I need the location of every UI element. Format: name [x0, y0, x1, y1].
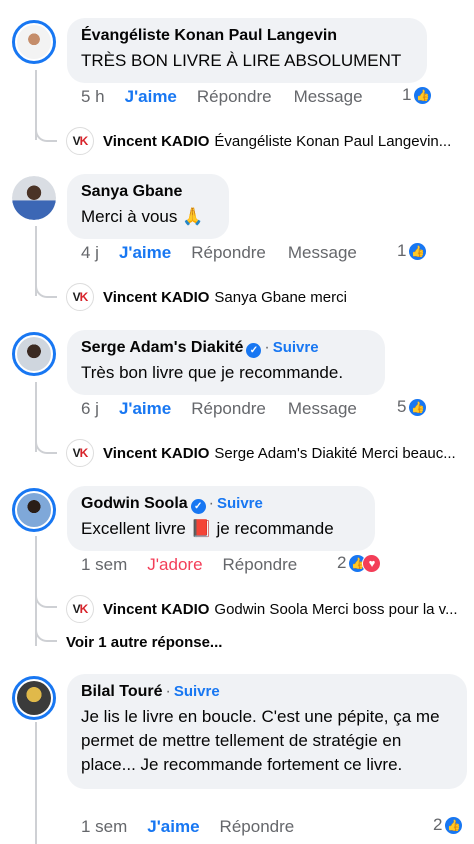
comment-text: Je lis le livre en boucle. C'est une pép…: [81, 707, 440, 774]
reply-button[interactable]: Répondre: [191, 399, 266, 419]
reply-preview[interactable]: VK Vincent KADIO Évangéliste Konan Paul …: [66, 126, 466, 156]
reply-button[interactable]: Répondre: [223, 555, 298, 575]
thread-line: [35, 722, 37, 844]
reply-button[interactable]: Répondre: [197, 87, 272, 107]
reaction-count-value: 5: [397, 397, 407, 416]
avatar[interactable]: [12, 332, 56, 376]
like-button[interactable]: J'aime: [119, 243, 171, 263]
follow-button[interactable]: Suivre: [273, 339, 319, 356]
comment-text: Merci à vous 🙏: [81, 207, 204, 226]
vk-logo-icon: VK: [66, 127, 94, 155]
comment-time[interactable]: 4 j: [81, 243, 99, 263]
reaction-count[interactable]: 2 👍 ♥: [337, 553, 382, 573]
reply-preview[interactable]: VK Vincent KADIO Serge Adam's Diakité Me…: [66, 438, 466, 468]
comment-text: TRÈS BON LIVRE À LIRE ABSOLUMENT: [81, 51, 402, 70]
comment-bubble: Sanya Gbane Merci à vous 🙏: [67, 174, 229, 239]
vk-logo-text: VK: [72, 290, 89, 304]
reply-preview[interactable]: VK Vincent KADIO Sanya Gbane merci: [66, 282, 466, 312]
comment-actions: 1 sem J'aime Répondre: [81, 815, 316, 839]
avatar[interactable]: [12, 20, 56, 64]
comment-time[interactable]: 5 h: [81, 87, 105, 107]
thumbs-up-icon: 👍: [413, 85, 433, 105]
reply-button[interactable]: Répondre: [191, 243, 266, 263]
comment-actions: 4 j J'aime Répondre Message: [81, 241, 379, 265]
thumbs-up-icon: 👍: [444, 815, 464, 835]
vk-logo-text: VK: [72, 134, 89, 148]
message-button[interactable]: Message: [288, 399, 357, 419]
like-button[interactable]: J'aime: [147, 817, 199, 837]
reply-connector: [35, 440, 57, 454]
comment-author-name[interactable]: Bilal Touré: [81, 683, 163, 700]
comment-actions: 5 h J'aime Répondre Message: [81, 85, 385, 109]
reply-author[interactable]: Vincent KADIO: [103, 601, 209, 618]
reply-author[interactable]: Vincent KADIO: [103, 133, 209, 150]
reply-preview[interactable]: VK Vincent KADIO Godwin Soola Merci boss…: [66, 594, 466, 624]
reaction-count-value: 2: [433, 815, 443, 834]
heart-icon: ♥: [362, 553, 382, 573]
reaction-count-value: 1: [402, 85, 412, 104]
reply-connector: [35, 594, 57, 608]
message-button[interactable]: Message: [288, 243, 357, 263]
verified-badge-icon: ✓: [246, 343, 262, 358]
reply-text: Serge Adam's Diakité Merci beauc...: [214, 444, 456, 462]
reply-connector: [35, 284, 57, 298]
like-button[interactable]: J'aime: [119, 399, 171, 419]
view-more-replies-link[interactable]: Voir 1 autre réponse...: [66, 634, 222, 651]
comment-time[interactable]: 6 j: [81, 399, 99, 419]
like-button[interactable]: J'aime: [125, 87, 177, 107]
thumbs-up-icon: 👍: [408, 241, 428, 261]
separator-dot: ·: [208, 495, 214, 512]
comment-text: Excellent livre 📕 je recommande: [81, 519, 334, 538]
avatar[interactable]: [12, 488, 56, 532]
follow-button[interactable]: Suivre: [217, 495, 263, 512]
comment-author: Serge Adam's Diakité ✓ · Suivre: [81, 338, 371, 358]
comment-actions: 1 sem J'adore Répondre: [81, 553, 319, 577]
reaction-count[interactable]: 2 👍: [433, 815, 464, 835]
comment-author-name[interactable]: Godwin Soola: [81, 495, 188, 512]
vk-logo-text: VK: [72, 602, 89, 616]
reaction-count[interactable]: 1 👍: [397, 241, 428, 261]
reaction-count[interactable]: 1 👍: [402, 85, 433, 105]
verified-badge-icon: ✓: [190, 499, 206, 514]
comment-author[interactable]: Évangéliste Konan Paul Langevin: [81, 26, 413, 46]
reply-button[interactable]: Répondre: [220, 817, 295, 837]
vk-logo-icon: VK: [66, 595, 94, 623]
comment-time[interactable]: 1 sem: [81, 555, 127, 575]
comment-bubble: Godwin Soola ✓ · Suivre Excellent livre 📕 j…: [67, 486, 375, 551]
reaction-count[interactable]: 5 👍: [397, 397, 428, 417]
reaction-count-value: 1: [397, 241, 407, 260]
follow-button[interactable]: Suivre: [174, 683, 220, 700]
reply-connector: [35, 128, 57, 142]
reply-text: Godwin Soola Merci boss pour la v...: [214, 600, 458, 618]
message-button[interactable]: Message: [294, 87, 363, 107]
comment-author-name[interactable]: Serge Adam's Diakité: [81, 339, 243, 356]
comment-bubble: Serge Adam's Diakité ✓ · Suivre Très bon li…: [67, 330, 385, 395]
reply-text: Sanya Gbane merci: [214, 288, 347, 306]
comment-actions: 6 j J'aime Répondre Message: [81, 397, 379, 421]
thumbs-up-icon: 👍: [408, 397, 428, 417]
separator-dot: ·: [165, 683, 171, 700]
reaction-count-value: 2: [337, 553, 347, 572]
vk-logo-text: VK: [72, 446, 89, 460]
reply-text: Évangéliste Konan Paul Langevin...: [214, 132, 452, 150]
vk-logo-icon: VK: [66, 283, 94, 311]
avatar[interactable]: [12, 176, 56, 220]
vk-logo-icon: VK: [66, 439, 94, 467]
comment-author: Godwin Soola ✓ · Suivre: [81, 494, 361, 514]
reply-author[interactable]: Vincent KADIO: [103, 445, 209, 462]
reply-connector: [35, 628, 57, 642]
comment-text: Très bon livre que je recommande.: [81, 363, 344, 382]
comment-bubble: Évangéliste Konan Paul Langevin TRÈS BON…: [67, 18, 427, 83]
love-button[interactable]: J'adore: [147, 555, 202, 575]
reply-author[interactable]: Vincent KADIO: [103, 289, 209, 306]
comment-author: Bilal Touré · Suivre: [81, 682, 453, 702]
comment-author[interactable]: Sanya Gbane: [81, 182, 215, 202]
comment-time[interactable]: 1 sem: [81, 817, 127, 837]
separator-dot: ·: [264, 339, 270, 356]
avatar[interactable]: [12, 676, 56, 720]
comment-bubble: Bilal Touré · Suivre Je lis le livre en bo…: [67, 674, 467, 789]
